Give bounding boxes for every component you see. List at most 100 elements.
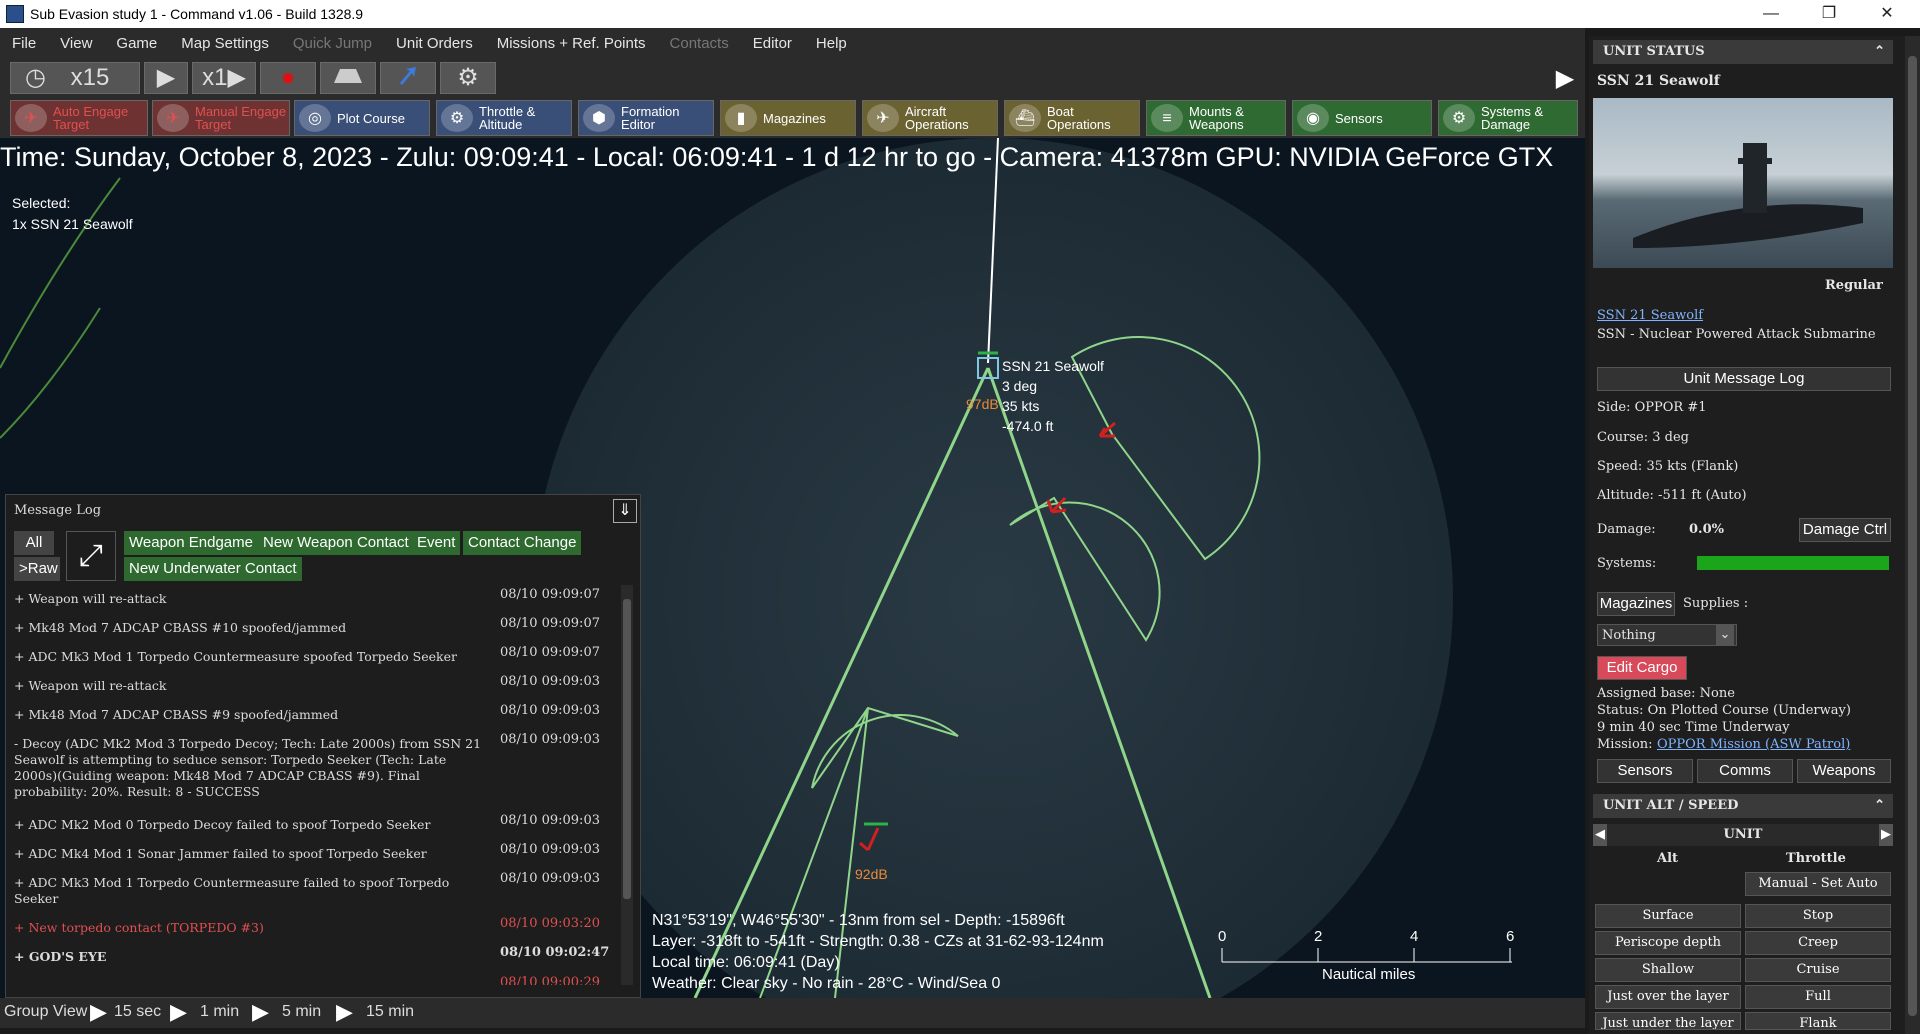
supplies-label: Supplies :	[1683, 596, 1749, 611]
cargo-select[interactable]: Nothing ⌄	[1597, 624, 1737, 646]
time-step-5min[interactable]: 5 min	[282, 1003, 321, 1021]
course-icon: ◎	[299, 104, 331, 132]
alt-periscope-button[interactable]: Periscope depth	[1595, 931, 1741, 955]
menu-map-settings[interactable]: Map Settings	[169, 35, 281, 52]
expand-log-icon[interactable]: ⤢	[66, 531, 116, 581]
sensors-button[interactable]: ◉ Sensors	[1292, 100, 1432, 136]
unit-status-header[interactable]: UNIT STATUS ⌃	[1593, 40, 1893, 64]
selected-label: Selected:	[12, 195, 71, 211]
collapse-log-button[interactable]: ⇓	[613, 499, 637, 523]
throttle-altitude-button[interactable]: ⚙ Throttle & Altitude	[436, 100, 572, 136]
edit-cargo-button[interactable]: Edit Cargo	[1597, 656, 1687, 680]
record-button[interactable]: ●	[260, 62, 316, 94]
tab-sensors[interactable]: Sensors	[1597, 759, 1693, 783]
play-button[interactable]: ▶	[144, 62, 188, 94]
menu-editor[interactable]: Editor	[741, 35, 804, 52]
throttle-full-button[interactable]: Full	[1745, 985, 1891, 1009]
group-view-bar: Group View ▶ 15 sec ▶ 1 min ▶ 5 min ▶ 15…	[0, 998, 1585, 1028]
panel-scrollbar-thumb[interactable]	[1908, 56, 1917, 1016]
jump-button[interactable]	[380, 62, 436, 94]
boat-operations-button[interactable]: ⛴ Boat Operations	[1004, 100, 1140, 136]
time-step-15min[interactable]: 15 min	[366, 1003, 414, 1021]
alt-shallow-button[interactable]: Shallow	[1595, 958, 1741, 982]
scale-tick-label: 6	[1506, 928, 1515, 945]
weapons-icon: ≡	[1151, 104, 1183, 132]
manual-engage-target-button[interactable]: ✈ Manual Engage Target	[152, 100, 290, 136]
menu-file[interactable]: File	[0, 35, 48, 52]
menu-help[interactable]: Help	[804, 35, 859, 52]
log-row-time: 08/10 09:09:03	[500, 703, 600, 718]
damage-ctrl-button[interactable]: Damage Ctrl	[1799, 518, 1891, 542]
alt-over-layer-button[interactable]: Just over the layer	[1595, 985, 1741, 1009]
filter-all-button[interactable]: All	[14, 531, 54, 555]
chevron-right-icon[interactable]: ▶	[1879, 824, 1893, 846]
magazines-button[interactable]: ▮ Magazines	[720, 100, 856, 136]
formation-icon: ⬢	[583, 104, 615, 132]
maximize-button[interactable]: ❐	[1800, 0, 1858, 28]
throttle-flank-button[interactable]: Flank	[1745, 1012, 1891, 1030]
menu-missions[interactable]: Missions + Ref. Points	[485, 35, 658, 52]
filter-weapon-endgame[interactable]: Weapon Endgame	[124, 531, 258, 555]
tab-comms[interactable]: Comms	[1697, 759, 1793, 783]
close-button[interactable]: ✕	[1858, 0, 1916, 28]
unit-status-text: Status: On Plotted Course (Underway)	[1597, 703, 1851, 718]
systems-health-bar	[1697, 556, 1889, 570]
mounts-weapons-button[interactable]: ≡ Mounts & Weapons	[1146, 100, 1286, 136]
collapse-icon[interactable]: ⌃	[1874, 798, 1885, 813]
log-row-text: + Mk48 Mod 7 ADCAP CBASS #10 spoofed/jam…	[14, 620, 347, 635]
play-arrow-icon[interactable]: ▶	[252, 999, 269, 1025]
terrain-view-button[interactable]	[320, 62, 376, 94]
message-log-panel: Message Log ⇓ All ⤢ Weapon Endgame New W…	[5, 494, 641, 998]
manual-set-auto-button[interactable]: Manual - Set Auto	[1745, 872, 1891, 896]
play-arrow-icon[interactable]: ▶	[90, 999, 107, 1025]
time-step-1min[interactable]: 1 min	[200, 1003, 239, 1021]
settings-gear-button[interactable]: ⚙	[440, 62, 496, 94]
throttle-creep-button[interactable]: Creep	[1745, 931, 1891, 955]
filter-contact-change[interactable]: Contact Change	[463, 531, 582, 555]
proficiency: Regular	[1825, 278, 1883, 293]
systems-damage-button[interactable]: ⚙ Systems & Damage	[1438, 100, 1578, 136]
expand-panel-button[interactable]: ▶	[1552, 64, 1578, 92]
time-compression-display[interactable]: ◷ x15	[10, 62, 140, 94]
menu-contacts[interactable]: Contacts	[658, 35, 741, 52]
tab-weapons[interactable]: Weapons	[1797, 759, 1891, 783]
unit-alt-speed-header[interactable]: UNIT ALT / SPEED ⌃	[1593, 794, 1893, 818]
log-scrollbar[interactable]	[621, 585, 633, 985]
speed-x1-button[interactable]: x1▶	[192, 62, 256, 94]
formation-editor-button[interactable]: ⬢ Formation Editor	[578, 100, 714, 136]
engage-icon: ✈	[15, 104, 47, 132]
auto-engage-target-button[interactable]: ✈ Auto Engage Target	[10, 100, 148, 136]
filter-new-weapon-contact[interactable]: New Weapon Contact	[258, 531, 414, 555]
mission-link[interactable]: OPPOR Mission (ASW Patrol)	[1657, 737, 1850, 752]
throttle-stop-button[interactable]: Stop	[1745, 904, 1891, 928]
magazines-label: Magazines	[763, 110, 826, 126]
damage-label: Damage:	[1597, 522, 1656, 537]
menu-quick-jump[interactable]: Quick Jump	[281, 35, 384, 52]
filter-raw-button[interactable]: >Raw	[14, 557, 60, 581]
aircraft-operations-button[interactable]: ✈ Aircraft Operations	[862, 100, 998, 136]
play-arrow-icon[interactable]: ▶	[170, 999, 187, 1025]
alt-surface-button[interactable]: Surface	[1595, 904, 1741, 928]
filter-new-underwater-contact[interactable]: New Underwater Contact	[124, 557, 302, 581]
time-toolbar: ◷ x15 ▶ x1▶ ● ⚙ ▶	[0, 58, 1585, 98]
collapse-icon[interactable]: ⌃	[1874, 44, 1885, 59]
play-arrow-icon[interactable]: ▶	[336, 999, 353, 1025]
plot-course-button[interactable]: ◎ Plot Course	[294, 100, 430, 136]
panel-scrollbar[interactable]	[1905, 36, 1920, 1034]
minimize-button[interactable]: —	[1742, 0, 1800, 28]
tactical-map[interactable]: Time: Sunday, October 8, 2023 - Zulu: 09…	[0, 138, 1585, 998]
magazines-panel-button[interactable]: Magazines	[1597, 592, 1675, 616]
log-scrollbar-thumb[interactable]	[623, 599, 631, 899]
alt-under-layer-button[interactable]: Just under the layer	[1595, 1012, 1741, 1030]
cursor-position: N31°53'19", W46°55'30" - 13nm from sel -…	[652, 912, 1065, 929]
time-step-15sec[interactable]: 15 sec	[114, 1003, 161, 1021]
menu-view[interactable]: View	[48, 35, 104, 52]
menu-unit-orders[interactable]: Unit Orders	[384, 35, 485, 52]
chevron-down-icon[interactable]: ⌄	[1716, 625, 1734, 645]
menu-game[interactable]: Game	[104, 35, 169, 52]
unit-link[interactable]: SSN 21 Seawolf	[1597, 308, 1703, 323]
unit-message-log-button[interactable]: Unit Message Log	[1597, 367, 1891, 391]
filter-event[interactable]: Event	[412, 531, 461, 555]
unit-label-depth: -474.0 ft	[1002, 418, 1054, 434]
throttle-cruise-button[interactable]: Cruise	[1745, 958, 1891, 982]
